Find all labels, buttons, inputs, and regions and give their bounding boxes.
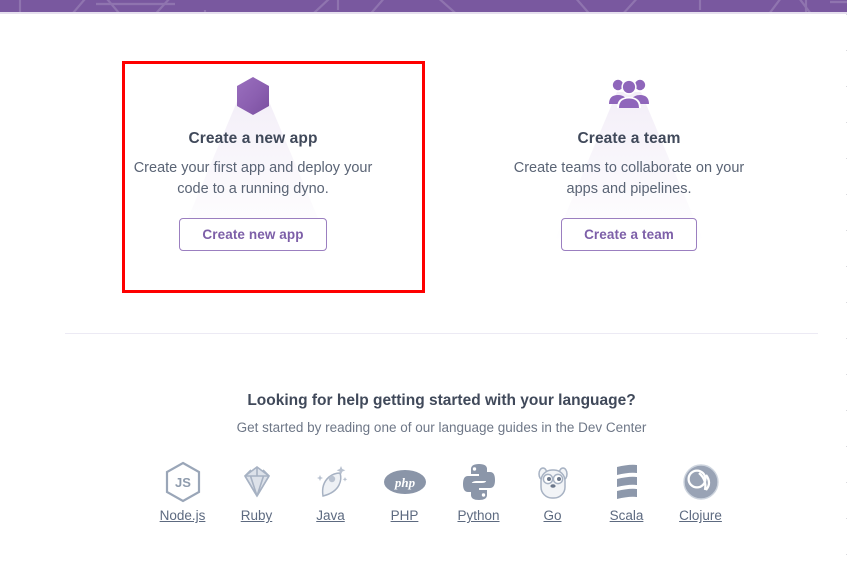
section-divider xyxy=(65,333,818,334)
languages-subheading: Get started by reading one of our langua… xyxy=(236,420,647,435)
language-item-python[interactable]: Python xyxy=(442,461,516,525)
language-label: Ruby xyxy=(240,508,273,523)
card-title: Create a new app xyxy=(188,130,318,147)
card-create-a-team[interactable]: Create a team Create teams to collaborat… xyxy=(441,48,817,275)
scala-icon xyxy=(590,461,664,503)
language-label: PHP xyxy=(390,508,419,523)
page-content: Create a new app Create your first app a… xyxy=(0,14,847,586)
go-gopher-icon xyxy=(516,461,590,503)
clojure-icon xyxy=(664,461,738,503)
language-item-php[interactable]: php PHP xyxy=(368,461,442,525)
language-label: Go xyxy=(543,508,562,523)
nodejs-icon: JS xyxy=(146,461,220,503)
language-label: Scala xyxy=(609,508,644,523)
card-description: Create your first app and deploy your co… xyxy=(133,160,373,198)
top-purple-band xyxy=(0,0,847,12)
language-label: Java xyxy=(316,508,345,523)
svg-text:php: php xyxy=(393,475,415,490)
languages-heading: Looking for help getting started with yo… xyxy=(247,392,636,409)
card-title: Create a team xyxy=(577,130,681,147)
hexagon-icon xyxy=(235,66,271,116)
language-item-scala[interactable]: Scala xyxy=(590,461,664,525)
language-item-go[interactable]: Go xyxy=(516,461,590,525)
create-a-team-button[interactable]: Create a team xyxy=(561,218,697,252)
languages-section: Looking for help getting started with yo… xyxy=(65,392,818,525)
team-people-icon xyxy=(607,66,651,110)
php-icon: php xyxy=(368,461,442,503)
language-item-clojure[interactable]: Clojure xyxy=(664,461,738,525)
ruby-icon xyxy=(220,461,294,503)
svg-text:JS: JS xyxy=(175,475,191,490)
language-item-java[interactable]: Java xyxy=(294,461,368,525)
create-new-app-button[interactable]: Create new app xyxy=(179,218,327,252)
onboarding-cards-row: Create a new app Create your first app a… xyxy=(65,48,818,275)
card-create-new-app[interactable]: Create a new app Create your first app a… xyxy=(65,48,441,275)
card-description: Create teams to collaborate on your apps… xyxy=(513,160,745,198)
language-item-nodejs[interactable]: JS Node.js xyxy=(146,461,220,525)
languages-list: JS Node.js Ruby Java php PHP Python Go S… xyxy=(65,461,818,525)
language-item-ruby[interactable]: Ruby xyxy=(220,461,294,525)
language-label: Clojure xyxy=(679,508,722,523)
card-icon-wrap xyxy=(465,66,793,242)
card-icon-wrap xyxy=(89,66,417,242)
language-label: Python xyxy=(457,508,500,523)
language-label: Node.js xyxy=(159,508,206,523)
band-line-pattern xyxy=(18,0,847,12)
java-icon xyxy=(294,461,368,503)
python-icon xyxy=(442,461,516,503)
